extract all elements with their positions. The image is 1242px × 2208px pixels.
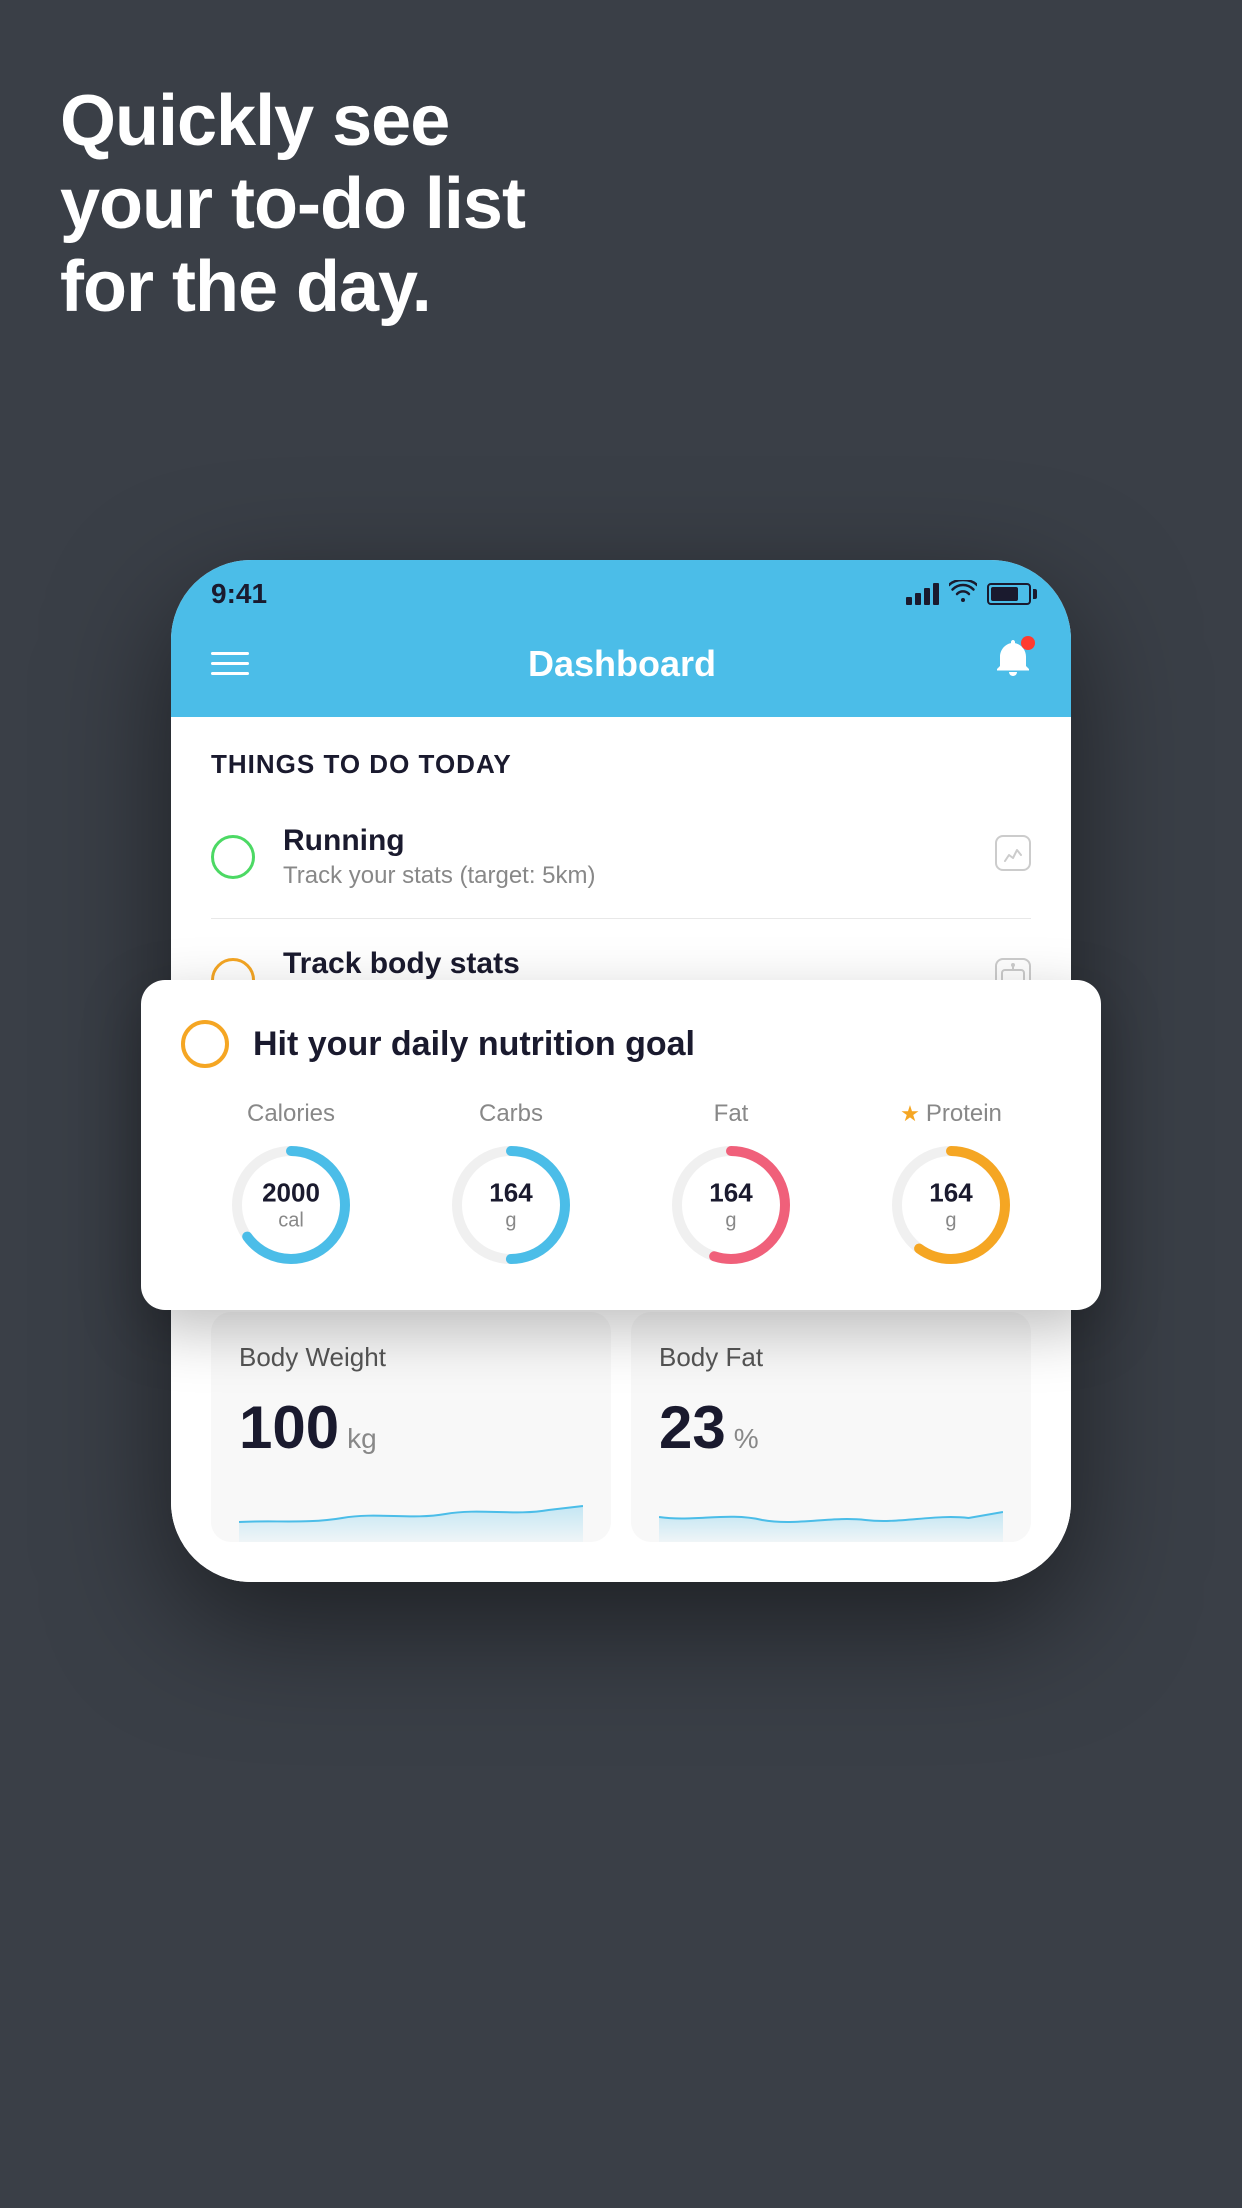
calories-label: Calories: [247, 1100, 335, 1128]
hero-text: Quickly see your to-do list for the day.: [60, 80, 525, 328]
todo-text: Running Track your stats (target: 5km): [283, 824, 967, 890]
todo-subtitle: Track your stats (target: 5km): [283, 862, 967, 890]
nav-bar: Dashboard: [171, 620, 1071, 717]
protein-value: 164: [929, 1177, 972, 1208]
nutrition-indicator: [181, 1020, 229, 1068]
fat-ring: 164 g: [666, 1140, 796, 1270]
card-value: 100 kg: [239, 1393, 583, 1462]
notification-button[interactable]: [995, 640, 1031, 687]
nav-title: Dashboard: [528, 643, 716, 685]
carbs-ring: 164 g: [446, 1140, 576, 1270]
fat-chart: [659, 1482, 1003, 1542]
fat-label: Fat: [714, 1100, 749, 1128]
card-header: Hit your daily nutrition goal: [181, 1020, 1061, 1068]
list-item[interactable]: Running Track your stats (target: 5km): [211, 796, 1031, 919]
calories-ring-item: Calories 2000 cal: [226, 1100, 356, 1270]
carbs-value: 164: [489, 1177, 532, 1208]
nutrition-rings: Calories 2000 cal Carbs: [181, 1100, 1061, 1270]
card-title: Body Weight: [239, 1342, 583, 1373]
carbs-unit: g: [489, 1209, 532, 1233]
carbs-ring-item: Carbs 164 g: [446, 1100, 576, 1270]
todo-title: Running: [283, 824, 967, 858]
running-icon: [995, 835, 1031, 880]
protein-ring-item: ★ Protein 164 g: [886, 1100, 1016, 1270]
nutrition-title: Hit your daily nutrition goal: [253, 1025, 695, 1064]
weight-chart: [239, 1482, 583, 1542]
calories-value: 2000: [262, 1177, 320, 1208]
weight-number: 100: [239, 1393, 339, 1462]
battery-icon: [987, 583, 1031, 605]
todo-title: Track body stats: [283, 947, 967, 981]
progress-cards: Body Weight 100 kg: [211, 1312, 1031, 1542]
things-to-do-header: THINGS TO DO TODAY: [171, 717, 1071, 796]
card-title: Body Fat: [659, 1342, 1003, 1373]
body-weight-card[interactable]: Body Weight 100 kg: [211, 1312, 611, 1542]
star-icon: ★: [900, 1101, 920, 1127]
signal-icon: [906, 583, 939, 605]
protein-unit: g: [929, 1209, 972, 1233]
menu-button[interactable]: [211, 652, 249, 675]
nutrition-card: Hit your daily nutrition goal Calories 2…: [141, 980, 1101, 1310]
notification-dot: [1021, 636, 1035, 650]
fat-number: 23: [659, 1393, 726, 1462]
status-bar: 9:41: [171, 560, 1071, 620]
fat-unit: %: [734, 1423, 759, 1455]
calories-ring: 2000 cal: [226, 1140, 356, 1270]
fat-ring-item: Fat 164 g: [666, 1100, 796, 1270]
protein-label: ★ Protein: [900, 1100, 1002, 1128]
todo-checkbox[interactable]: [211, 835, 255, 879]
fat-unit: g: [709, 1209, 752, 1233]
wifi-icon: [949, 580, 977, 608]
card-value: 23 %: [659, 1393, 1003, 1462]
body-fat-card[interactable]: Body Fat 23 %: [631, 1312, 1031, 1542]
calories-unit: cal: [262, 1209, 320, 1233]
carbs-label: Carbs: [479, 1100, 543, 1128]
status-time: 9:41: [211, 578, 267, 610]
weight-unit: kg: [347, 1423, 377, 1455]
status-icons: [906, 580, 1031, 608]
fat-value: 164: [709, 1177, 752, 1208]
protein-ring: 164 g: [886, 1140, 1016, 1270]
